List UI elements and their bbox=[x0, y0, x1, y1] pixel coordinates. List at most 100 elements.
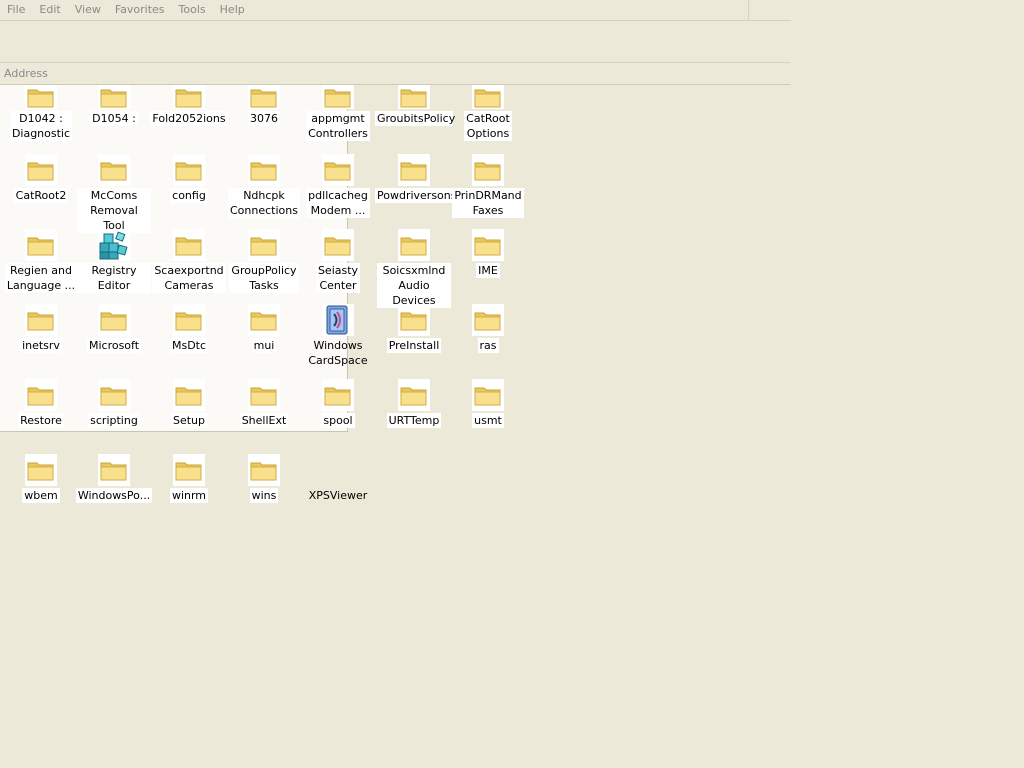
icon-item-catroot2[interactable]: CatRoot2 bbox=[4, 154, 78, 203]
icon-item-urttemp[interactable]: URTTemp bbox=[377, 379, 451, 428]
folder-icon bbox=[98, 454, 130, 486]
icon-label: Scaexportnd Cameras bbox=[152, 263, 226, 293]
icon-item-appmgmt[interactable]: appmgmt Controllers bbox=[301, 85, 375, 141]
icon-label: MsDtc bbox=[169, 338, 209, 353]
icon-label: scripting bbox=[88, 413, 140, 428]
folder-icon bbox=[472, 85, 504, 109]
icon-item-wins[interactable]: wins bbox=[227, 454, 301, 503]
icon-item-config[interactable]: config bbox=[152, 154, 226, 203]
icon-item-regien-and[interactable]: Regien and Language ... bbox=[4, 229, 78, 293]
icon-item-ime[interactable]: IME bbox=[451, 229, 525, 278]
menu-item-view[interactable]: View bbox=[68, 0, 108, 20]
icon-item-inetsrv[interactable]: inetsrv bbox=[4, 304, 78, 353]
icon-label: URTTemp bbox=[386, 413, 442, 428]
icon-item-scaexportnd[interactable]: Scaexportnd Cameras bbox=[152, 229, 226, 293]
folder-icon bbox=[98, 154, 130, 186]
icon-item-scripting[interactable]: scripting bbox=[77, 379, 151, 428]
icon-label: winrm bbox=[169, 488, 209, 503]
folder-icon bbox=[322, 85, 354, 109]
menu-item-favorites[interactable]: Favorites bbox=[108, 0, 172, 20]
icon-label: Regien and Language ... bbox=[4, 263, 78, 293]
folder-icon bbox=[248, 229, 280, 261]
icon-item-catroot[interactable]: CatRoot Options bbox=[451, 85, 525, 141]
folder-icon bbox=[25, 154, 57, 186]
icon-item-3076[interactable]: 3076 bbox=[227, 85, 301, 126]
folder-icon bbox=[322, 229, 354, 261]
icon-label: appmgmt Controllers bbox=[306, 111, 370, 141]
icon-item-preinstall[interactable]: PreInstall bbox=[377, 304, 451, 353]
icon-label: 3076 bbox=[248, 111, 280, 126]
icon-label: PreInstall bbox=[386, 338, 442, 353]
menu-item-edit[interactable]: Edit bbox=[32, 0, 67, 20]
menu-item-help[interactable]: Help bbox=[213, 0, 252, 20]
icon-label: Setup bbox=[170, 413, 208, 428]
icon-label: McComs Removal Tool bbox=[77, 188, 151, 233]
folder-icon bbox=[248, 154, 280, 186]
icon-item-msdtc[interactable]: MsDtc bbox=[152, 304, 226, 353]
icon-item-restore[interactable]: Restore bbox=[4, 379, 78, 428]
icon-item-pdllcacheg[interactable]: pdllcacheg Modem ... bbox=[301, 154, 375, 218]
folder-icon bbox=[25, 454, 57, 486]
icon-item-winrm[interactable]: winrm bbox=[152, 454, 226, 503]
icon-item-ras[interactable]: ras bbox=[451, 304, 525, 353]
icon-label: D1054 : bbox=[90, 111, 138, 126]
icon-item-microsoft[interactable]: Microsoft bbox=[77, 304, 151, 353]
icon-label: GroubitsPolicy bbox=[375, 111, 456, 126]
folder-icon bbox=[248, 85, 280, 109]
cardspace-icon bbox=[322, 304, 354, 336]
icon-item-mccoms[interactable]: McComs Removal Tool bbox=[77, 154, 151, 233]
folder-icon bbox=[98, 85, 130, 109]
icon-item-windowspo[interactable]: WindowsPo... bbox=[75, 454, 153, 503]
icon-item-ndhcpk[interactable]: Ndhcpk Connections bbox=[227, 154, 301, 218]
icon-item-setup[interactable]: Setup bbox=[152, 379, 226, 428]
folder-icon bbox=[322, 379, 354, 411]
icon-item-xpsviewer[interactable]: XPSViewer bbox=[301, 454, 375, 503]
icon-item-wbem[interactable]: wbem bbox=[4, 454, 78, 503]
icon-item-registry-editor[interactable]: Registry Editor bbox=[77, 229, 151, 293]
icon-label: PrinDRMand Faxes bbox=[452, 188, 524, 218]
icon-item-seiasty[interactable]: Seiasty Center bbox=[301, 229, 375, 293]
icon-item-windows[interactable]: Windows CardSpace bbox=[301, 304, 375, 368]
icon-item-shellext[interactable]: ShellExt bbox=[227, 379, 301, 428]
icon-item-groubitspolicy[interactable]: GroubitsPolicy bbox=[375, 85, 456, 126]
menu-bar-extension bbox=[748, 0, 791, 21]
folder-icon bbox=[398, 85, 430, 109]
folder-icon bbox=[173, 379, 205, 411]
icon-label: wins bbox=[249, 488, 279, 503]
icon-item-prindrmand[interactable]: PrinDRMand Faxes bbox=[451, 154, 525, 218]
icon-item-usmt[interactable]: usmt bbox=[451, 379, 525, 428]
folder-icon bbox=[25, 304, 57, 336]
icon-item-powdriversons[interactable]: Powdriversons bbox=[375, 154, 457, 203]
icon-item-grouppolicy[interactable]: GroupPolicy Tasks bbox=[227, 229, 301, 293]
icon-label: mui bbox=[251, 338, 277, 353]
icon-label: WindowsPo... bbox=[75, 488, 153, 503]
icon-label: usmt bbox=[472, 413, 504, 428]
icon-label: inetsrv bbox=[20, 338, 62, 353]
menu-item-file[interactable]: File bbox=[0, 0, 32, 20]
folder-icon bbox=[472, 379, 504, 411]
menu-item-tools[interactable]: Tools bbox=[172, 0, 213, 20]
icon-label: wbem bbox=[22, 488, 60, 503]
folder-icon bbox=[472, 304, 504, 336]
icon-label: Powdriversons bbox=[375, 188, 457, 203]
icon-item-spool[interactable]: spool bbox=[301, 379, 375, 428]
icon-label: Restore bbox=[18, 413, 64, 428]
icon-label: XPSViewer bbox=[308, 489, 368, 502]
icon-label: Fold2052ions bbox=[150, 111, 228, 126]
icon-label: CatRoot2 bbox=[13, 188, 69, 203]
icon-label: IME bbox=[476, 263, 500, 278]
folder-icon bbox=[248, 379, 280, 411]
icon-item-fold2052ions[interactable]: Fold2052ions bbox=[150, 85, 228, 126]
icon-label: GroupPolicy Tasks bbox=[229, 263, 299, 293]
icon-item-d1054[interactable]: D1054 : bbox=[77, 85, 151, 126]
icon-item-mui[interactable]: mui bbox=[227, 304, 301, 353]
folder-icon bbox=[98, 304, 130, 336]
icon-label: config bbox=[170, 188, 208, 203]
folder-icon bbox=[98, 379, 130, 411]
toolbar bbox=[0, 21, 790, 63]
icon-item-soicsxmlnd[interactable]: Soicsxmlnd Audio Devices bbox=[377, 229, 451, 308]
folder-icon bbox=[25, 379, 57, 411]
address-bar[interactable]: Address bbox=[0, 63, 790, 85]
folder-icon bbox=[25, 229, 57, 261]
icon-item-d1042[interactable]: D1042 : Diagnostic bbox=[4, 85, 78, 141]
